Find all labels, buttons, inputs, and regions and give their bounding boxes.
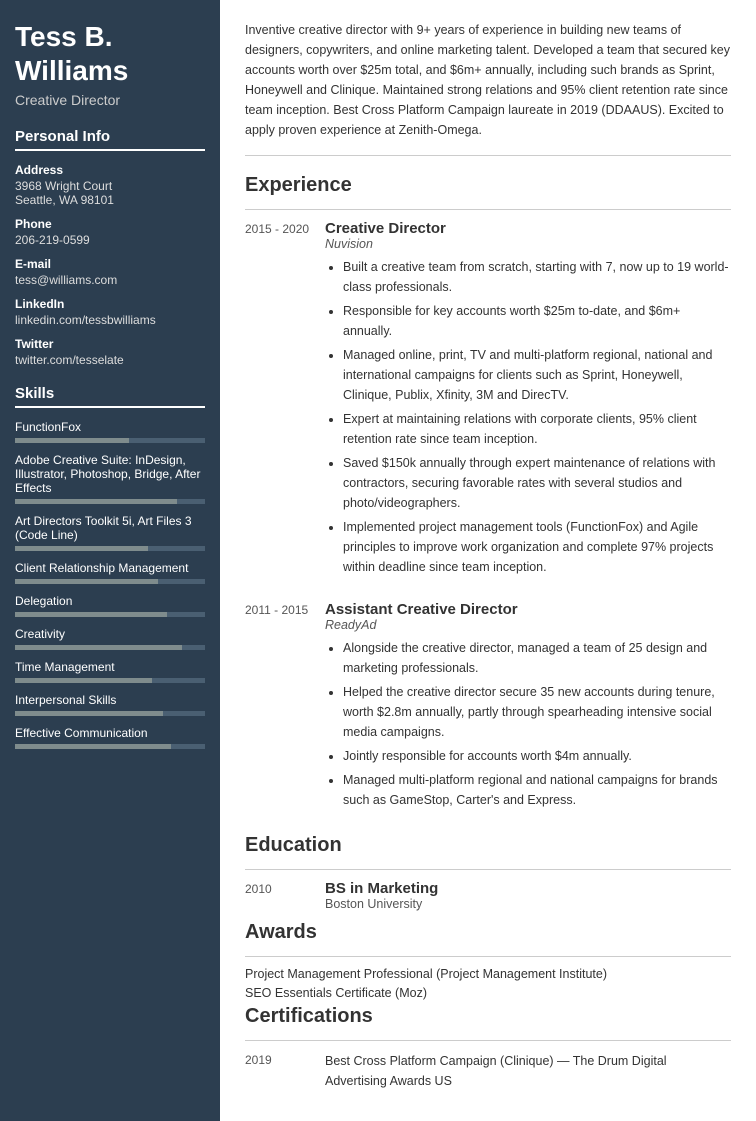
certifications-heading: Certifications	[245, 1005, 731, 1028]
bullet-item: Expert at maintaining relations with cor…	[343, 409, 731, 449]
twitter-value: twitter.com/tesselate	[15, 353, 205, 367]
skill-bar-fill	[15, 612, 167, 617]
certifications-list: 2019Best Cross Platform Campaign (Cliniq…	[245, 1051, 731, 1091]
skill-bar-background	[15, 499, 205, 504]
skill-bar-background	[15, 546, 205, 551]
skill-item: Creativity	[15, 627, 205, 650]
experience-list: 2015 - 2020Creative DirectorNuvision Buil…	[245, 220, 731, 814]
email-label: E-mail	[15, 257, 205, 271]
main-content: Inventive creative director with 9+ year…	[220, 0, 756, 1121]
skill-name: Time Management	[15, 660, 205, 674]
skill-bar-background	[15, 438, 205, 443]
phone-value: 206-219-0599	[15, 233, 205, 247]
award-item: Project Management Professional (Project…	[245, 967, 731, 981]
experience-bullets: Built a creative team from scratch, star…	[325, 257, 731, 577]
experience-date: 2011 - 2015	[245, 601, 325, 814]
education-heading: Education	[245, 834, 731, 857]
bullet-item: Implemented project management tools (Fu…	[343, 517, 731, 577]
address-line1: 3968 Wright Court	[15, 179, 205, 193]
skill-name: Effective Communication	[15, 726, 205, 740]
award-item: SEO Essentials Certificate (Moz)	[245, 986, 731, 1000]
skill-bar-fill	[15, 438, 129, 443]
skill-item: Art Directors Toolkit 5i, Art Files 3 (C…	[15, 514, 205, 551]
education-content: BS in MarketingBoston University	[325, 880, 731, 911]
certification-date: 2019	[245, 1051, 325, 1091]
awards-divider	[245, 956, 731, 957]
certifications-divider	[245, 1040, 731, 1041]
certification-entry: 2019Best Cross Platform Campaign (Cliniq…	[245, 1051, 731, 1091]
company-name: ReadyAd	[325, 618, 731, 632]
skill-bar-fill	[15, 744, 171, 749]
skill-item: Effective Communication	[15, 726, 205, 749]
address-label: Address	[15, 163, 205, 177]
bullet-item: Managed online, print, TV and multi-plat…	[343, 345, 731, 405]
skill-bar-background	[15, 612, 205, 617]
skill-bar-background	[15, 678, 205, 683]
skill-name: Delegation	[15, 594, 205, 608]
degree-title: BS in Marketing	[325, 880, 731, 897]
experience-entry: 2011 - 2015Assistant Creative DirectorRe…	[245, 601, 731, 814]
skill-bar-background	[15, 744, 205, 749]
bullet-item: Built a creative team from scratch, star…	[343, 257, 731, 297]
experience-heading: Experience	[245, 174, 731, 197]
skill-item: Delegation	[15, 594, 205, 617]
skill-bar-background	[15, 645, 205, 650]
skill-name: Creativity	[15, 627, 205, 641]
bullet-item: Responsible for key accounts worth $25m …	[343, 301, 731, 341]
skill-bar-background	[15, 579, 205, 584]
skill-name: FunctionFox	[15, 420, 205, 434]
skill-bar-background	[15, 711, 205, 716]
skill-bar-fill	[15, 579, 158, 584]
school-name: Boston University	[325, 897, 731, 911]
skill-item: Time Management	[15, 660, 205, 683]
skill-name: Client Relationship Management	[15, 561, 205, 575]
bullet-item: Alongside the creative director, managed…	[343, 638, 731, 678]
skill-bar-fill	[15, 499, 177, 504]
skill-name: Art Directors Toolkit 5i, Art Files 3 (C…	[15, 514, 205, 542]
experience-bullets: Alongside the creative director, managed…	[325, 638, 731, 810]
awards-heading: Awards	[245, 921, 731, 944]
address-line2: Seattle, WA 98101	[15, 193, 205, 207]
phone-label: Phone	[15, 217, 205, 231]
education-entry: 2010BS in MarketingBoston University	[245, 880, 731, 911]
company-name: Nuvision	[325, 237, 731, 251]
bullet-item: Managed multi-platform regional and nati…	[343, 770, 731, 810]
skill-bar-fill	[15, 711, 163, 716]
skill-item: FunctionFox	[15, 420, 205, 443]
experience-entry: 2015 - 2020Creative DirectorNuvision Buil…	[245, 220, 731, 581]
skill-bar-fill	[15, 645, 182, 650]
certification-text: Best Cross Platform Campaign (Clinique) …	[325, 1051, 731, 1091]
bullet-item: Helped the creative director secure 35 n…	[343, 682, 731, 742]
candidate-title: Creative Director	[15, 92, 205, 108]
job-title: Creative Director	[325, 220, 731, 237]
linkedin-label: LinkedIn	[15, 297, 205, 311]
bullet-item: Jointly responsible for accounts worth $…	[343, 746, 731, 766]
experience-content: Creative DirectorNuvision Built a creativ…	[325, 220, 731, 581]
skill-name: Adobe Creative Suite: InDesign, Illustra…	[15, 453, 205, 495]
sidebar: Tess B. Williams Creative Director Perso…	[0, 0, 220, 1121]
experience-date: 2015 - 2020	[245, 220, 325, 581]
awards-list: Project Management Professional (Project…	[245, 967, 731, 1000]
experience-content: Assistant Creative DirectorReadyAd Alongs…	[325, 601, 731, 814]
summary-text: Inventive creative director with 9+ year…	[245, 20, 731, 156]
personal-info-heading: Personal Info	[15, 128, 205, 151]
email-value: tess@williams.com	[15, 273, 205, 287]
education-date: 2010	[245, 880, 325, 911]
skill-bar-fill	[15, 546, 148, 551]
skill-item: Client Relationship Management	[15, 561, 205, 584]
education-divider	[245, 869, 731, 870]
skills-heading: Skills	[15, 385, 205, 408]
skill-name: Interpersonal Skills	[15, 693, 205, 707]
skill-bar-fill	[15, 678, 152, 683]
job-title: Assistant Creative Director	[325, 601, 731, 618]
education-list: 2010BS in MarketingBoston University	[245, 880, 731, 911]
linkedin-value: linkedin.com/tessbwilliams	[15, 313, 205, 327]
bullet-item: Saved $150k annually through expert main…	[343, 453, 731, 513]
experience-divider	[245, 209, 731, 210]
skills-list: FunctionFox Adobe Creative Suite: InDesig…	[15, 420, 205, 749]
skill-item: Interpersonal Skills	[15, 693, 205, 716]
skill-item: Adobe Creative Suite: InDesign, Illustra…	[15, 453, 205, 504]
candidate-name: Tess B. Williams	[15, 20, 205, 87]
twitter-label: Twitter	[15, 337, 205, 351]
